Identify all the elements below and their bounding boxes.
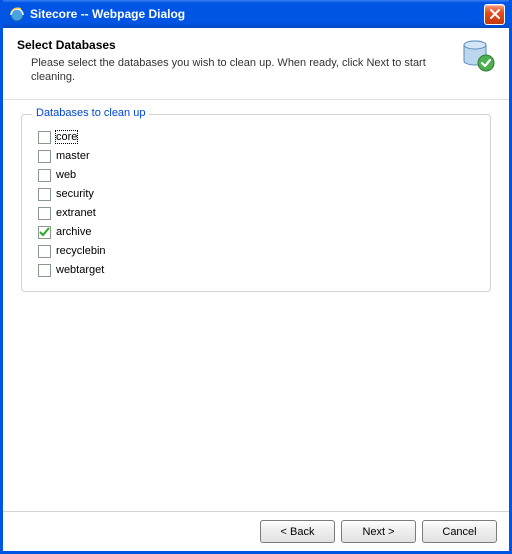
database-label[interactable]: security xyxy=(56,188,94,200)
database-label[interactable]: core xyxy=(56,131,77,143)
database-label[interactable]: master xyxy=(56,150,90,162)
database-checkbox[interactable] xyxy=(38,188,51,201)
database-ok-icon xyxy=(461,38,495,72)
page-description: Please select the databases you wish to … xyxy=(17,56,451,85)
database-label[interactable]: recyclebin xyxy=(56,245,106,257)
header-area: Select Databases Please select the datab… xyxy=(3,28,509,100)
list-item: web xyxy=(38,169,474,182)
window-title: Sitecore -- Webpage Dialog xyxy=(30,7,484,21)
close-icon xyxy=(489,8,501,20)
list-item: master xyxy=(38,150,474,163)
list-item: extranet xyxy=(38,207,474,220)
button-bar: < Back Next > Cancel xyxy=(3,511,509,551)
database-checkbox[interactable] xyxy=(38,131,51,144)
list-item: archive xyxy=(38,226,474,239)
list-item: core xyxy=(38,131,474,144)
fieldset-legend: Databases to clean up xyxy=(32,107,149,119)
database-checkbox[interactable] xyxy=(38,245,51,258)
titlebar: Sitecore -- Webpage Dialog xyxy=(3,0,509,28)
cancel-button[interactable]: Cancel xyxy=(422,520,497,543)
close-button[interactable] xyxy=(484,4,505,25)
database-list: core master web security extranet archive recy… xyxy=(38,131,474,277)
database-checkbox[interactable] xyxy=(38,150,51,163)
header-text: Select Databases Please select the datab… xyxy=(17,38,451,85)
dialog-window: Sitecore -- Webpage Dialog Select Databa… xyxy=(0,0,512,554)
database-checkbox[interactable] xyxy=(38,264,51,277)
database-label[interactable]: webtarget xyxy=(56,264,104,276)
list-item: recyclebin xyxy=(38,245,474,258)
page-title: Select Databases xyxy=(17,38,451,52)
database-label[interactable]: extranet xyxy=(56,207,96,219)
next-button[interactable]: Next > xyxy=(341,520,416,543)
dialog-content: Select Databases Please select the datab… xyxy=(3,28,509,551)
list-item: security xyxy=(38,188,474,201)
database-label[interactable]: web xyxy=(56,169,76,181)
back-button[interactable]: < Back xyxy=(260,520,335,543)
list-item: webtarget xyxy=(38,264,474,277)
databases-fieldset: Databases to clean up coremasterwebsecur… xyxy=(21,114,491,292)
ie-icon xyxy=(9,6,25,22)
body-area: Databases to clean up core master web secur… xyxy=(3,100,509,511)
database-label[interactable]: archive xyxy=(56,226,91,238)
database-checkbox[interactable] xyxy=(38,226,51,239)
database-checkbox[interactable] xyxy=(38,207,51,220)
database-checkbox[interactable] xyxy=(38,169,51,182)
